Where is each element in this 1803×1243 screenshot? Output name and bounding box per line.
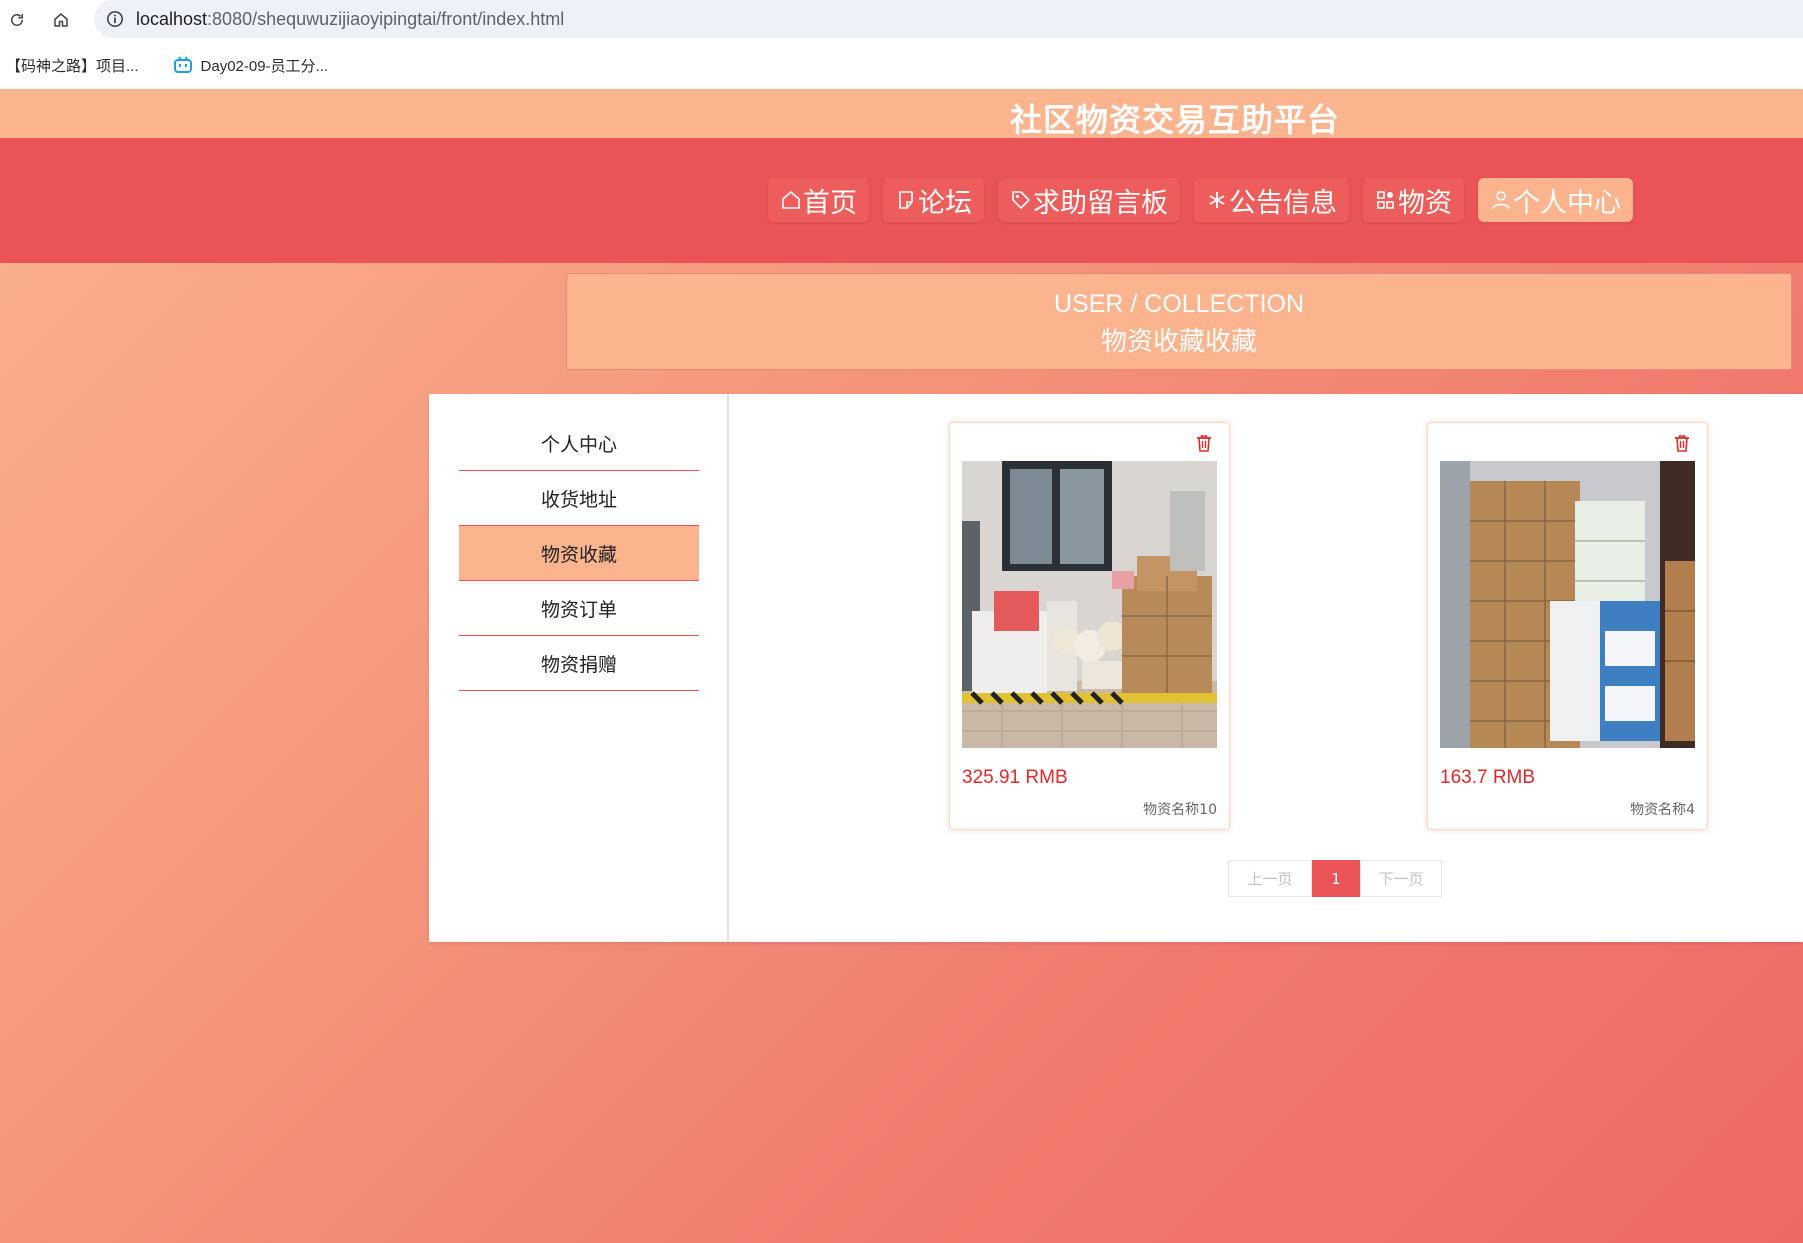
nav-user-center[interactable]: 个人中心 bbox=[1478, 178, 1633, 222]
page-title-cn: 物资收藏收藏 bbox=[1100, 327, 1257, 357]
home-icon bbox=[780, 189, 802, 211]
info-icon[interactable] bbox=[106, 10, 124, 28]
nav-label: 求助留言板 bbox=[1033, 187, 1168, 219]
product-image[interactable] bbox=[1440, 461, 1695, 748]
url-text: localhost:8080/shequwuzijiaoyipingtai/fr… bbox=[136, 9, 564, 30]
url-host: localhost bbox=[136, 8, 208, 29]
bookmark-item[interactable]: 【码神之路】项目... bbox=[6, 55, 139, 76]
nav-label: 物资 bbox=[1398, 187, 1452, 219]
price-label: 325.91 RMB bbox=[962, 767, 1068, 788]
item-name: 物资名称4 bbox=[1630, 802, 1695, 818]
nav-forum[interactable]: 论坛 bbox=[883, 178, 984, 222]
item-name: 物资名称10 bbox=[1143, 802, 1217, 818]
site-title-bar: 社区物资交易互助平台 bbox=[0, 89, 1803, 139]
nav-home[interactable]: 首页 bbox=[768, 178, 869, 222]
sidebar-item-address[interactable]: 收货地址 bbox=[459, 471, 699, 526]
pagination: 上一页 1 下一页 bbox=[1228, 860, 1442, 897]
home-icon[interactable] bbox=[49, 8, 73, 32]
snowflake-icon bbox=[1206, 189, 1228, 211]
nav-materials[interactable]: 物资 bbox=[1363, 178, 1464, 222]
nav-label: 论坛 bbox=[918, 187, 972, 219]
next-page-button[interactable]: 下一页 bbox=[1360, 860, 1442, 897]
product-image[interactable] bbox=[962, 461, 1217, 748]
site-title: 社区物资交易互助平台 bbox=[1010, 101, 1341, 139]
collection-card[interactable]: 163.7 RMB 物资名称4 bbox=[1427, 422, 1708, 830]
collection-list: 325.91 RMB 物资名称10 163.7 RMB 物资名称4 上一页 1 … bbox=[729, 394, 1803, 942]
sidebar-item-donations[interactable]: 物资捐赠 bbox=[459, 636, 699, 691]
bookmark-label: Day02-09-员工分... bbox=[200, 57, 329, 75]
reload-icon[interactable] bbox=[5, 8, 29, 32]
bookmark-label: 【码神之路】项目... bbox=[6, 57, 139, 75]
page-title-box: USER / COLLECTION 物资收藏收藏 bbox=[566, 273, 1792, 370]
bilibili-icon bbox=[173, 55, 193, 75]
nav-label: 个人中心 bbox=[1513, 187, 1621, 219]
nav-label: 公告信息 bbox=[1229, 187, 1337, 219]
bookmarks-bar: 【码神之路】项目... Day02-09-员工分... bbox=[0, 50, 328, 80]
address-row: localhost:8080/shequwuzijiaoyipingtai/fr… bbox=[0, 0, 1803, 38]
address-bar[interactable]: localhost:8080/shequwuzijiaoyipingtai/fr… bbox=[94, 0, 1803, 38]
page-title-en: USER / COLLECTION bbox=[1053, 290, 1305, 318]
user-sidebar: 个人中心 收货地址 物资收藏 物资订单 物资捐赠 bbox=[429, 394, 729, 942]
tag-icon bbox=[1010, 189, 1032, 211]
trash-icon[interactable] bbox=[1194, 433, 1214, 453]
note-icon bbox=[895, 189, 917, 211]
content-panel: 个人中心 收货地址 物资收藏 物资订单 物资捐赠 325.91 RMB 物资名称… bbox=[429, 394, 1803, 942]
sidebar-item-orders[interactable]: 物资订单 bbox=[459, 581, 699, 636]
sidebar-item-user-center[interactable]: 个人中心 bbox=[459, 416, 699, 471]
prev-page-button[interactable]: 上一页 bbox=[1228, 860, 1312, 897]
page-number-button[interactable]: 1 bbox=[1312, 860, 1360, 897]
price-label: 163.7 RMB bbox=[1440, 767, 1536, 788]
user-icon bbox=[1490, 189, 1512, 211]
collection-card[interactable]: 325.91 RMB 物资名称10 bbox=[949, 422, 1230, 830]
bookmark-item[interactable]: Day02-09-员工分... bbox=[173, 55, 329, 76]
sidebar-item-collection[interactable]: 物资收藏 bbox=[459, 526, 699, 581]
nav-label: 首页 bbox=[803, 187, 857, 219]
trash-icon[interactable] bbox=[1672, 433, 1692, 453]
url-path: :8080/shequwuzijiaoyipingtai/front/index… bbox=[207, 8, 565, 29]
browser-toolbar: localhost:8080/shequwuzijiaoyipingtai/fr… bbox=[0, 0, 1803, 89]
main-nav: 首页 论坛 求助留言板 公告信息 物资 个人中心 bbox=[0, 138, 1803, 263]
nav-announcements[interactable]: 公告信息 bbox=[1194, 178, 1349, 222]
nav-help-board[interactable]: 求助留言板 bbox=[998, 178, 1180, 222]
grid-icon bbox=[1375, 189, 1397, 211]
